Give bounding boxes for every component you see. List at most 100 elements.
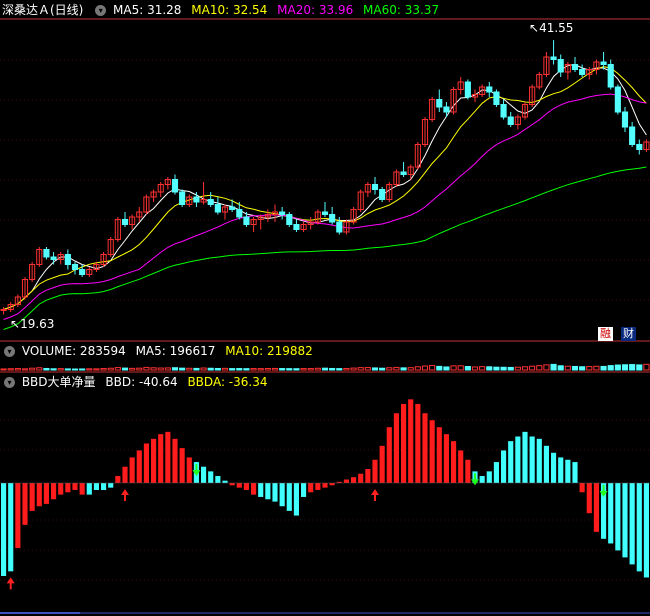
bbd-bar — [8, 483, 14, 572]
volume-bar — [464, 365, 471, 371]
bbd-bar — [458, 450, 464, 483]
bbd-bar — [51, 483, 57, 500]
candlestick-series — [0, 40, 650, 315]
candle-body — [71, 264, 79, 270]
high-marker-arrow-icon: ↖ — [529, 21, 540, 35]
volume-bar — [386, 367, 393, 371]
bbd-bar — [165, 431, 171, 483]
bbd-settings-icon[interactable]: ▾ — [4, 377, 15, 388]
volume-bar — [264, 368, 271, 371]
bbd-bar — [465, 459, 471, 483]
volume-bar — [321, 367, 329, 371]
bbd-bar — [215, 476, 221, 483]
bbd-bar — [108, 483, 114, 488]
volume-settings-icon[interactable]: ▾ — [4, 346, 15, 357]
candle-body — [0, 309, 7, 311]
bbd-bar — [486, 471, 492, 483]
bbd-bar — [572, 462, 578, 483]
volume-bar — [500, 366, 507, 371]
bbd-bar — [322, 483, 328, 488]
bbd-value: BBD: -40.64 — [105, 375, 178, 389]
ma10-value: MA10: 32.54 — [191, 3, 268, 17]
bbd-bar — [558, 457, 564, 483]
volume-bar — [100, 368, 107, 371]
candle-body — [50, 256, 57, 260]
bbd-bar — [15, 483, 21, 549]
bbd-bar — [565, 459, 571, 483]
volume-bar — [486, 366, 493, 371]
volume-bar — [514, 366, 521, 371]
chart-canvas — [0, 18, 650, 614]
bbd-title[interactable]: BBD大单净量 — [22, 375, 96, 389]
price-legend: 深桑达Ａ(日线) ▾ MA5: 31.28 MA10: 32.54 MA20: … — [2, 1, 445, 19]
bbd-bar — [222, 480, 228, 483]
candle-body — [493, 91, 500, 105]
bbd-bar — [251, 483, 257, 495]
bbd-bar — [515, 436, 521, 483]
bbd-bar — [43, 483, 49, 504]
bbd-bar — [358, 473, 364, 483]
volume-bar — [429, 364, 436, 371]
volume-bar — [407, 367, 414, 371]
candle-body — [443, 106, 450, 113]
candle-body — [321, 211, 329, 215]
volume-bar — [364, 367, 371, 371]
volume-bar — [579, 366, 586, 371]
volume-bar — [393, 366, 400, 371]
bbd-bar — [536, 438, 542, 483]
bbd-bar — [79, 483, 85, 495]
bbd-bar — [329, 483, 335, 486]
candle-body — [557, 59, 564, 73]
buy-arrow-icon — [121, 489, 129, 501]
bbd-bar — [293, 483, 299, 516]
volume-bar — [550, 363, 557, 371]
bbd-bar — [501, 450, 507, 483]
bbd-bar — [122, 466, 128, 483]
candle-body — [243, 216, 250, 225]
volume-bar — [529, 365, 536, 371]
candle-body — [600, 61, 607, 65]
settings-circle-icon[interactable]: ▾ — [95, 5, 107, 16]
volume-bar — [243, 368, 250, 371]
finance-button[interactable]: 财 — [621, 327, 636, 341]
volume-bar — [436, 365, 443, 371]
bbd-bar — [479, 476, 485, 483]
bbd-bar — [36, 483, 42, 507]
volume-bar — [164, 367, 171, 371]
candle-body — [64, 254, 71, 265]
volume-bar — [471, 366, 479, 371]
bbd-bar — [372, 459, 378, 483]
volume-bar — [129, 367, 136, 371]
bbd-bar — [172, 438, 178, 483]
bbd-bar — [272, 483, 278, 502]
volume-bar — [557, 365, 564, 371]
bbd-bar — [286, 483, 292, 511]
volume-bar — [521, 366, 529, 371]
volume-bar — [71, 368, 79, 371]
volume-bar — [50, 368, 57, 371]
volume-bar — [121, 367, 129, 371]
bbd-bar — [351, 477, 357, 483]
high-price-label: ↖41.55 — [529, 21, 574, 35]
stock-title[interactable]: 深桑达Ａ(日线) — [2, 3, 83, 17]
buy-arrow-icon — [6, 577, 15, 590]
grid-lines — [0, 59, 650, 581]
bbd-bar — [622, 483, 628, 558]
margin-trading-button[interactable]: 融 — [598, 327, 613, 341]
bbd-bar — [265, 483, 271, 500]
candle-body — [336, 221, 343, 233]
bbd-bar — [93, 483, 99, 490]
bbd-bar — [393, 413, 399, 483]
bbd-bar — [115, 476, 121, 483]
candle-body — [550, 56, 557, 60]
bbd-bar — [151, 438, 157, 483]
volume-bar — [143, 366, 150, 371]
volume-bar — [186, 367, 193, 371]
panel-frame — [0, 18, 650, 373]
candle-body — [171, 179, 179, 193]
volume-bar — [250, 368, 257, 371]
volume-bar — [357, 367, 364, 371]
low-marker-arrow-icon: ↖ — [10, 317, 21, 331]
volume-bar — [157, 367, 164, 371]
sell-arrow-icon — [599, 485, 608, 497]
